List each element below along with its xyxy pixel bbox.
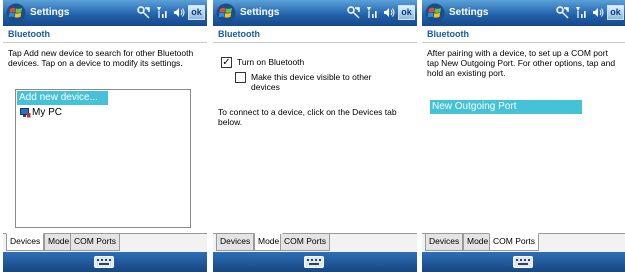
tab-mode[interactable]: Mode	[463, 234, 493, 251]
tab-devices[interactable]: Devices	[425, 234, 464, 251]
add-new-device-item[interactable]: Add new device...	[17, 91, 108, 105]
volume-icon[interactable]	[383, 6, 395, 19]
tab-com-ports[interactable]: COM Ports	[489, 233, 540, 251]
ok-button[interactable]: ok	[188, 5, 205, 20]
settings-screen-devices: Settings ok Bluetooth Tap Add new device…	[3, 0, 207, 272]
connectivity-icon[interactable]	[556, 6, 570, 19]
signal-icon[interactable]	[156, 6, 168, 19]
app-title: Settings	[240, 7, 280, 18]
device-list[interactable]: Add new device... My PC	[15, 89, 191, 228]
status-tray	[137, 6, 185, 19]
keyboard-icon[interactable]	[94, 256, 114, 268]
tab-mode[interactable]: Mode	[44, 234, 74, 251]
page-header: Bluetooth	[422, 26, 625, 43]
keyboard-icon[interactable]	[304, 256, 324, 268]
tab-devices[interactable]: Devices	[216, 234, 255, 251]
ok-button[interactable]: ok	[607, 5, 624, 20]
make-visible-row[interactable]: Make this device visible to other device…	[235, 72, 385, 92]
title-bar: Settings ok	[213, 0, 417, 26]
windows-start-icon[interactable]	[6, 3, 26, 23]
tab-mode[interactable]: Mode	[254, 233, 284, 251]
page-header: Bluetooth	[3, 26, 207, 43]
status-tray	[347, 6, 395, 19]
title-bar: Settings ok	[3, 0, 207, 26]
device-item-my-pc[interactable]: My PC	[17, 106, 62, 120]
soft-key-bar	[422, 252, 625, 272]
ok-button[interactable]: ok	[398, 5, 415, 20]
device-label: My PC	[32, 107, 62, 118]
connectivity-icon[interactable]	[347, 6, 361, 19]
settings-screen-mode: Settings ok Bluetooth ✓ Turn on Bluetoot…	[213, 0, 417, 272]
soft-key-bar	[3, 252, 207, 272]
title-bar: Settings ok	[422, 0, 625, 26]
volume-icon[interactable]	[592, 6, 604, 19]
make-visible-checkbox[interactable]	[235, 72, 246, 83]
page-header: Bluetooth	[213, 26, 417, 43]
make-visible-label: Make this device visible to other device…	[251, 72, 372, 92]
tab-devices[interactable]: Devices	[6, 233, 45, 251]
keyboard-icon[interactable]	[513, 256, 533, 268]
tab-com-ports[interactable]: COM Ports	[70, 234, 121, 251]
tab-bar: Devices Mode COM Ports	[422, 233, 625, 252]
app-title: Settings	[30, 7, 70, 18]
turn-on-bluetooth-label: Turn on Bluetooth	[237, 57, 305, 67]
tab-com-ports[interactable]: COM Ports	[280, 234, 331, 251]
tab-bar: Devices Mode COM Ports	[213, 233, 417, 252]
instructions-text: After pairing with a device, to set up a…	[427, 48, 616, 78]
com-port-list[interactable]: New Outgoing Port	[430, 100, 618, 240]
windows-start-icon[interactable]	[425, 3, 445, 23]
signal-icon[interactable]	[366, 6, 378, 19]
new-outgoing-port-item[interactable]: New Outgoing Port	[430, 100, 582, 114]
connect-note: To connect to a device, click on the Dev…	[218, 107, 397, 127]
turn-on-bluetooth-row[interactable]: ✓ Turn on Bluetooth	[221, 57, 411, 68]
volume-icon[interactable]	[173, 6, 185, 19]
status-tray	[556, 6, 604, 19]
signal-icon[interactable]	[575, 6, 587, 19]
tab-bar: Devices Mode COM Ports	[3, 233, 207, 252]
instructions-text: Tap Add new device to search for other B…	[8, 48, 194, 68]
turn-on-bluetooth-checkbox[interactable]: ✓	[221, 57, 232, 68]
connectivity-icon[interactable]	[137, 6, 151, 19]
device-pc-icon	[20, 108, 31, 118]
windows-start-icon[interactable]	[216, 3, 236, 23]
settings-screen-com-ports: Settings ok Bluetooth After pairing with…	[422, 0, 625, 272]
soft-key-bar	[213, 252, 417, 272]
app-title: Settings	[449, 7, 489, 18]
